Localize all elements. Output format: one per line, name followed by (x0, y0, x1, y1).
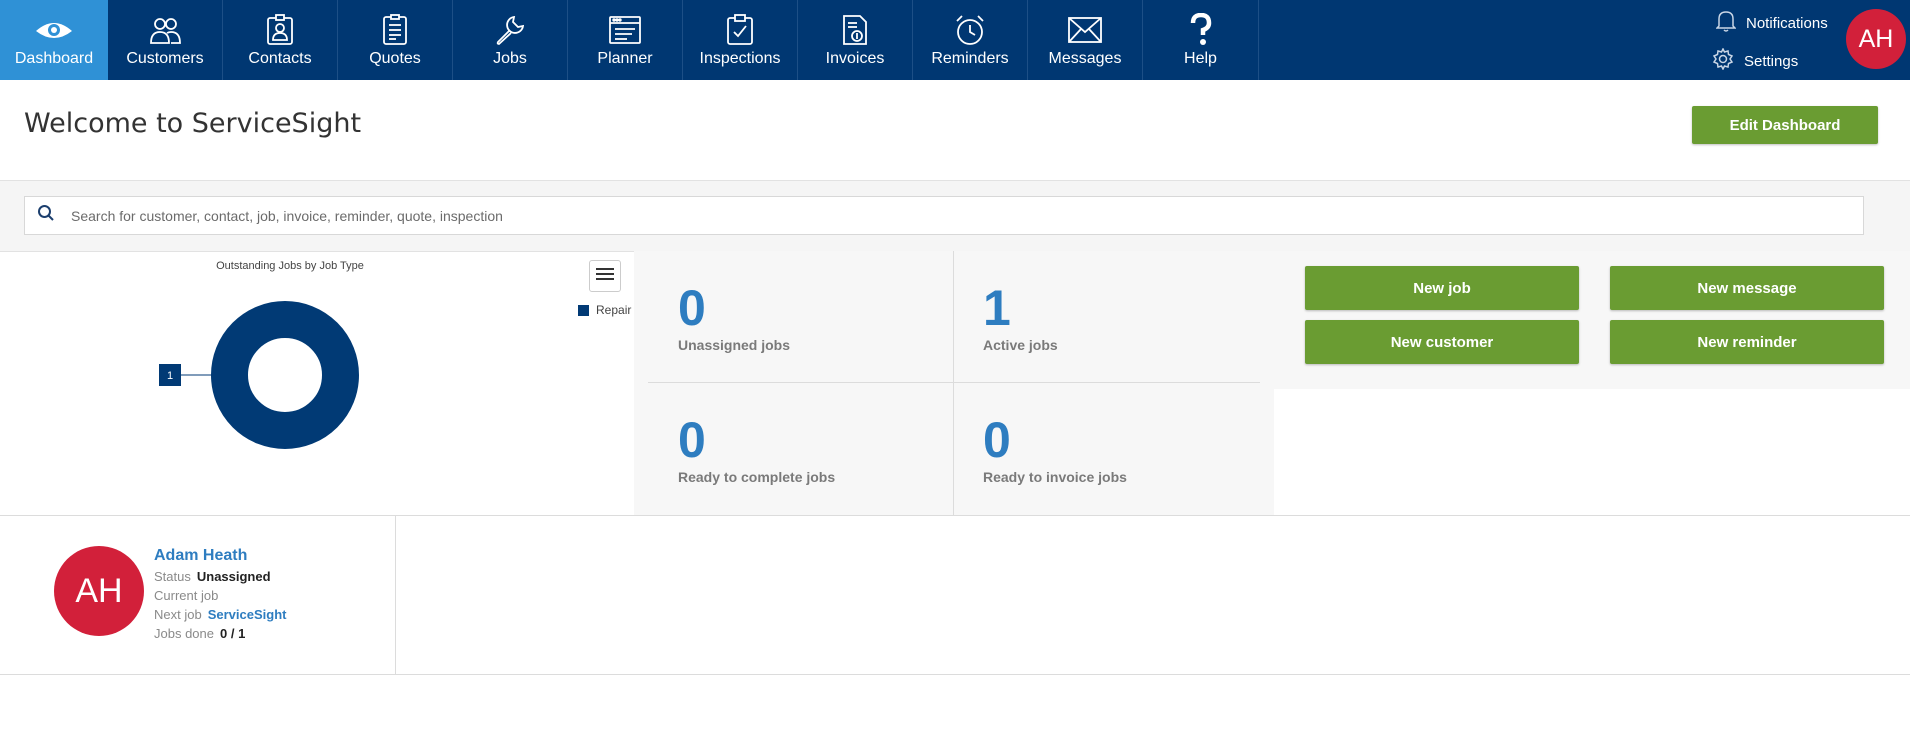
settings-link[interactable]: Settings (1712, 47, 1799, 74)
section-divider (395, 516, 396, 674)
nav-item-dashboard[interactable]: Dashboard (0, 0, 108, 80)
staff-jobs-done-label: Jobs done (154, 626, 214, 641)
nav-label: Invoices (825, 50, 885, 67)
nav-item-reminders[interactable]: Reminders (913, 0, 1028, 80)
nav-label: Contacts (248, 50, 312, 67)
invoice-icon (841, 14, 869, 46)
staff-status-label: Status (154, 569, 191, 584)
nav-item-customers[interactable]: Customers (108, 0, 223, 80)
staff-avatar: AH (54, 546, 144, 636)
donut-slice-repair[interactable] (211, 301, 359, 449)
legend-swatch (578, 304, 589, 316)
settings-label: Settings (1744, 52, 1799, 70)
stat-label: Ready to invoice jobs (983, 469, 1127, 485)
stat-active-jobs[interactable]: 1 Active jobs (939, 251, 1244, 381)
notifications-label: Notifications (1746, 14, 1828, 32)
contact-card-icon (265, 14, 295, 46)
eye-icon (34, 14, 74, 46)
nav-item-inspections[interactable]: Inspections (683, 0, 798, 80)
stat-label: Ready to complete jobs (678, 469, 836, 485)
top-navigation: Dashboard Customers Contacts Quotes Jobs… (0, 0, 1910, 80)
nav-label: Customers (126, 50, 204, 67)
nav-label: Dashboard (14, 50, 94, 67)
donut-chart: 1 (159, 301, 359, 449)
stat-label: Active jobs (983, 337, 1058, 353)
staff-current-job-label: Current job (154, 588, 219, 603)
nav-label: Messages (1048, 50, 1122, 67)
staff-status-value: Unassigned (196, 569, 271, 584)
nav-label: Inspections (699, 50, 781, 67)
chart-legend-item[interactable]: Repair (578, 303, 631, 317)
stat-value: 0 (678, 412, 706, 468)
search-icon (25, 204, 55, 227)
alarm-clock-icon (953, 14, 987, 46)
new-reminder-button[interactable]: New reminder (1610, 320, 1884, 364)
stat-value: 0 (678, 280, 706, 336)
edit-dashboard-button[interactable]: Edit Dashboard (1692, 106, 1878, 144)
nav-item-quotes[interactable]: Quotes (338, 0, 453, 80)
new-job-button[interactable]: New job (1305, 266, 1579, 310)
envelope-icon (1067, 14, 1103, 46)
nav-item-contacts[interactable]: Contacts (223, 0, 338, 80)
stat-ready-to-invoice-jobs[interactable]: 0 Ready to invoice jobs (939, 383, 1244, 513)
new-customer-button[interactable]: New customer (1305, 320, 1579, 364)
staff-current-job-row: Current job (154, 588, 218, 603)
nav-label: Reminders (931, 50, 1009, 67)
nav-item-messages[interactable]: Messages (1028, 0, 1143, 80)
nav-item-help[interactable]: Help (1143, 0, 1259, 80)
clipboard-check-icon (726, 14, 754, 46)
stat-value: 1 (983, 280, 1011, 336)
nav-item-planner[interactable]: Planner (568, 0, 683, 80)
staff-status-row: Status Unassigned (154, 569, 271, 584)
nav-label: Planner (597, 50, 653, 67)
search-bar (24, 196, 1864, 235)
question-mark-icon (1188, 13, 1214, 46)
chart-menu-button[interactable] (589, 260, 621, 292)
stat-label: Unassigned jobs (678, 337, 791, 353)
staff-jobs-done-row: Jobs done 0 / 1 (154, 626, 245, 641)
page-title: Welcome to ServiceSight (24, 108, 362, 139)
nav-label: Help (1184, 50, 1217, 67)
staff-next-job-link[interactable]: ServiceSight (208, 607, 287, 622)
planner-icon (608, 14, 642, 46)
nav-label: Quotes (369, 50, 421, 67)
quote-document-icon (382, 14, 408, 46)
staff-jobs-done-value: 0 / 1 (220, 626, 246, 641)
notifications-link[interactable]: Notifications (1715, 10, 1828, 36)
chart-title: Outstanding Jobs by Job Type (216, 260, 364, 272)
nav-item-invoices[interactable]: Invoices (798, 0, 913, 80)
nav-item-jobs[interactable]: Jobs (453, 0, 568, 80)
wrench-icon (494, 14, 526, 46)
stat-unassigned-jobs[interactable]: 0 Unassigned jobs (634, 251, 939, 381)
section-divider (0, 515, 1910, 516)
new-message-button[interactable]: New message (1610, 266, 1884, 310)
staff-next-job-label: Next job (154, 607, 202, 622)
nav-label: Jobs (493, 50, 527, 67)
stat-value: 0 (983, 412, 1011, 468)
user-avatar[interactable]: AH (1846, 9, 1906, 69)
people-icon (148, 14, 182, 46)
staff-next-job-row: Next job ServiceSight (154, 607, 286, 622)
stat-ready-to-complete-jobs[interactable]: 0 Ready to complete jobs (634, 383, 939, 513)
staff-name[interactable]: Adam Heath (154, 547, 247, 565)
data-label: 1 (167, 370, 173, 382)
section-divider (0, 674, 1910, 675)
bell-icon (1715, 10, 1746, 36)
search-input[interactable] (71, 197, 1863, 234)
legend-label: Repair (596, 303, 632, 317)
hamburger-icon (596, 267, 614, 286)
gear-icon (1712, 47, 1744, 74)
